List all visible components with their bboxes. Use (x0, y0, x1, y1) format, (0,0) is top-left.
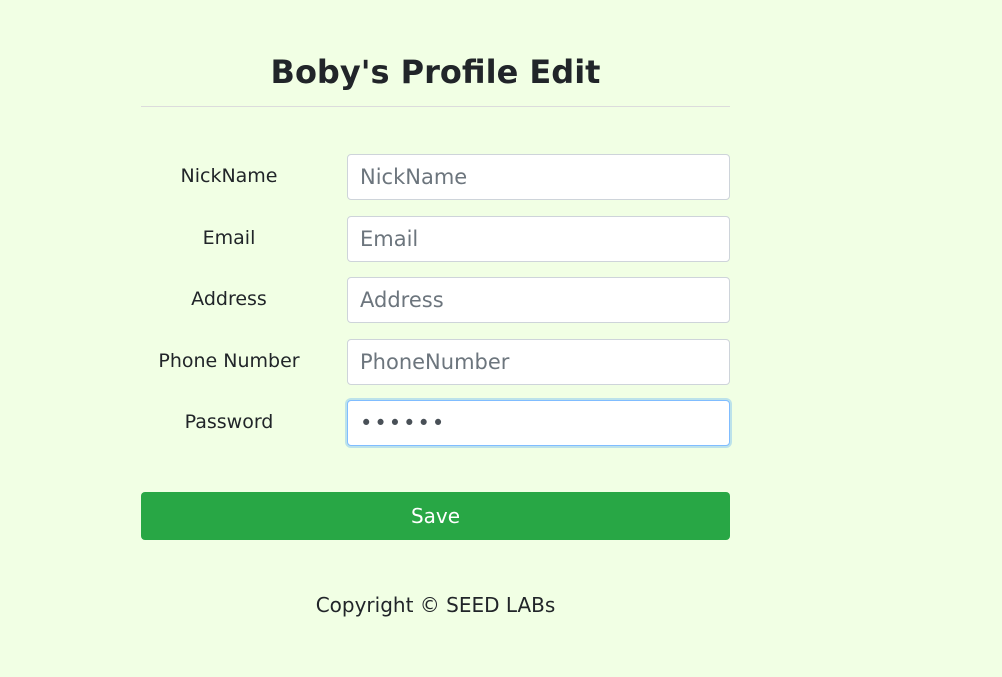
nickname-input[interactable] (347, 154, 730, 200)
email-input[interactable] (347, 216, 730, 262)
email-label: Email (202, 227, 256, 249)
password-label: Password (184, 411, 274, 433)
email-row: Email (141, 216, 730, 262)
address-input[interactable] (347, 277, 730, 323)
nickname-label: NickName (180, 165, 278, 187)
address-row: Address (141, 277, 730, 323)
save-button[interactable]: Save (141, 492, 730, 540)
phone-number-label: Phone Number (158, 350, 300, 372)
title-divider (141, 106, 730, 107)
phone-number-row: Phone Number (141, 339, 730, 385)
nickname-row: NickName (141, 154, 730, 200)
password-input[interactable] (347, 400, 730, 446)
copyright-footer: Copyright © SEED LABs (315, 593, 556, 617)
address-label: Address (191, 288, 267, 310)
page-title: Boby's Profile Edit (270, 53, 601, 91)
phone-number-input[interactable] (347, 339, 730, 385)
password-row: Password (141, 400, 730, 446)
